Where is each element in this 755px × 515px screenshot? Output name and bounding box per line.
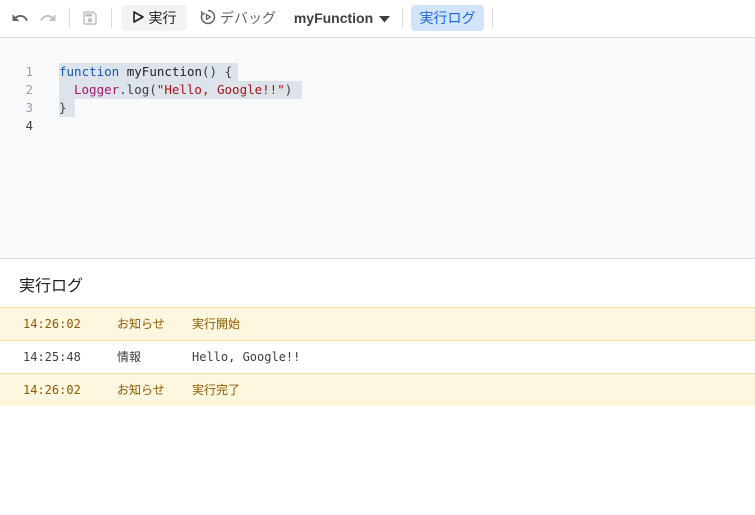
string-literal: "Hello, Google!!" xyxy=(156,82,285,97)
log-row: 14:26:02 お知らせ 実行完了 xyxy=(0,373,755,406)
log-severity: お知らせ xyxy=(117,383,165,397)
save-icon[interactable] xyxy=(80,5,100,31)
code-punctuation: () { xyxy=(202,64,233,79)
toolbar-divider xyxy=(69,8,70,28)
log-row: 14:26:02 お知らせ 実行開始 xyxy=(0,307,755,340)
code-editor[interactable]: 1 function myFunction() { 2 Logger.log("… xyxy=(0,39,755,259)
toolbar-divider xyxy=(111,8,112,28)
log-time: 14:26:02 xyxy=(23,317,81,331)
redo-icon[interactable] xyxy=(38,5,58,31)
editor-toolbar: 実行 デバッグ myFunction 実行ログ xyxy=(0,0,755,38)
debug-button-label: デバッグ xyxy=(220,10,276,26)
log-severity: お知らせ xyxy=(117,317,165,331)
log-message: 実行開始 xyxy=(192,317,241,331)
function-name: myFunction xyxy=(119,64,203,79)
log-severity: 情報 xyxy=(117,350,142,364)
logger-object: Logger xyxy=(74,82,120,97)
debug-icon xyxy=(200,9,216,28)
function-select-value: myFunction xyxy=(293,10,374,26)
line-number: 4 xyxy=(25,118,33,133)
log-time: 14:25:48 xyxy=(23,350,81,364)
execution-log-title: 実行ログ xyxy=(19,278,84,295)
run-button[interactable]: 実行 xyxy=(121,5,187,31)
closing-brace: } xyxy=(59,100,67,115)
line-number: 3 xyxy=(25,100,33,115)
log-time: 14:26:02 xyxy=(23,383,81,397)
line-number: 2 xyxy=(25,82,33,97)
toolbar-divider xyxy=(492,8,493,28)
execution-log-button-label: 実行ログ xyxy=(419,10,476,26)
log-message: Hello, Google!! xyxy=(192,350,301,364)
log-message: 実行完了 xyxy=(192,383,241,397)
debug-button[interactable]: デバッグ xyxy=(196,5,280,31)
dropdown-arrow-icon xyxy=(379,10,391,26)
play-icon xyxy=(132,10,144,26)
code-line: 2 Logger.log("Hello, Google!!") xyxy=(0,81,755,99)
undo-icon[interactable] xyxy=(10,5,30,31)
log-method: .log( xyxy=(119,82,157,97)
code-line: 3 } xyxy=(0,99,755,117)
execution-log-button[interactable]: 実行ログ xyxy=(411,5,484,31)
code-line: 1 function myFunction() { xyxy=(0,63,755,81)
run-button-label: 実行 xyxy=(148,10,177,26)
execution-log-panel: 実行ログ 14:26:02 お知らせ 実行開始 14:25:48 情報 Hell… xyxy=(0,260,755,515)
code-line: 4 xyxy=(0,117,755,135)
toolbar-divider xyxy=(402,8,403,28)
code-punctuation: ) xyxy=(284,82,293,97)
line-number: 1 xyxy=(25,64,33,79)
log-row: 14:25:48 情報 Hello, Google!! xyxy=(0,340,755,373)
function-select[interactable]: myFunction xyxy=(292,5,392,31)
keyword-function: function xyxy=(59,64,120,79)
